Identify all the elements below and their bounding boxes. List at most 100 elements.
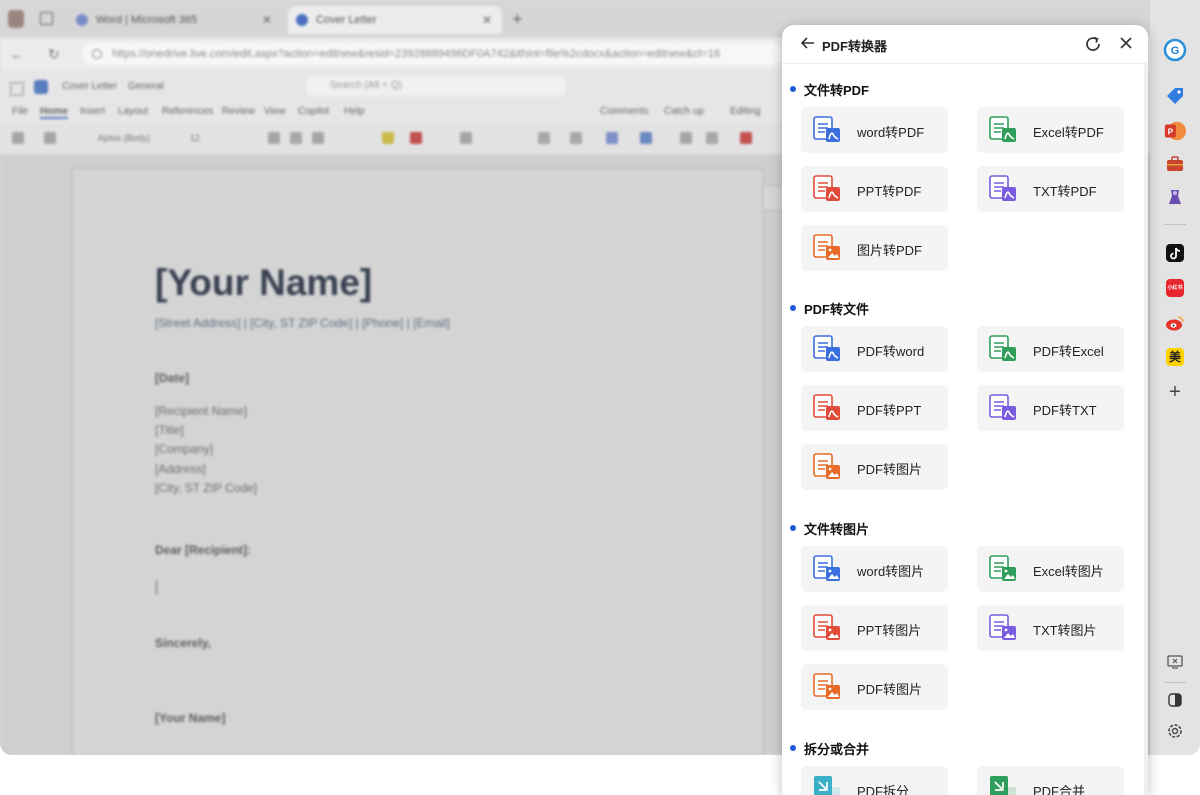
converter-card[interactable]: PDF转图片: [801, 664, 948, 710]
rail-divider: [1164, 682, 1186, 683]
editing-button[interactable]: Editing: [730, 106, 761, 117]
converter-card[interactable]: PDF转图片: [801, 444, 948, 490]
doc-contact-line[interactable]: [Street Address] | [City, ST ZIP Code] |…: [155, 316, 450, 330]
xiaohongshu-icon[interactable]: 小红书: [1163, 276, 1187, 300]
reload-icon[interactable]: ↻: [48, 46, 60, 63]
profile-avatar[interactable]: [8, 10, 24, 28]
panel-scrollbar[interactable]: [1144, 63, 1148, 795]
underline-icon[interactable]: [312, 132, 324, 144]
doc-recipient-title[interactable]: [Title]: [155, 423, 184, 437]
converter-card[interactable]: PDF拆分: [801, 766, 948, 795]
pdf-converter-icon[interactable]: P: [1163, 119, 1187, 143]
back-icon[interactable]: ←: [10, 46, 24, 62]
converter-card[interactable]: word转图片: [801, 546, 948, 592]
converter-card[interactable]: PDF合并: [977, 766, 1124, 795]
doc-signature[interactable]: [Your Name]: [155, 711, 225, 725]
weibo-icon[interactable]: [1163, 311, 1187, 335]
converter-card[interactable]: PDF转Excel: [977, 326, 1124, 372]
add-icon[interactable]: +: [1163, 380, 1187, 404]
converter-card[interactable]: PDF转word: [801, 326, 948, 372]
url-field[interactable]: https://onedrive.live.com/edit.aspx?acti…: [82, 43, 782, 65]
converter-card-label: Excel转PDF: [1033, 125, 1104, 140]
tab-cover-letter[interactable]: Cover Letter ✕: [288, 6, 502, 34]
converter-card[interactable]: Excel转PDF: [977, 107, 1124, 153]
excel-to-pdf-icon: [987, 115, 1019, 145]
converter-card[interactable]: 图片转PDF: [801, 225, 948, 271]
tiktok-icon[interactable]: [1163, 241, 1187, 265]
addins-icon[interactable]: [740, 132, 752, 144]
doc-title[interactable]: Cover Letter: [62, 81, 117, 92]
back-arrow-icon[interactable]: [800, 35, 816, 56]
toolbox-icon[interactable]: [1163, 152, 1187, 176]
doc-recipient-name[interactable]: [Recipient Name]: [155, 404, 247, 418]
tag-icon[interactable]: [1163, 84, 1187, 108]
doc-date[interactable]: [Date]: [155, 371, 189, 385]
doc-recipient-company[interactable]: [Company]: [155, 442, 213, 456]
doc-tab-icon: [296, 14, 308, 26]
menu-layout[interactable]: Layout: [118, 106, 148, 117]
app-launcher-icon[interactable]: [10, 82, 24, 96]
close-tab-icon[interactable]: ✕: [262, 6, 272, 34]
sensitivity-label[interactable]: General: [128, 81, 164, 92]
font-color-icon[interactable]: [410, 132, 422, 144]
search-box[interactable]: Search (Alt + Q): [306, 76, 566, 96]
converter-card-label: PDF合并: [1033, 784, 1086, 795]
undo-icon[interactable]: [12, 132, 24, 144]
doc-heading-name[interactable]: [Your Name]: [155, 262, 372, 304]
theme-icon[interactable]: [1163, 688, 1187, 712]
close-icon[interactable]: [1118, 35, 1134, 56]
converter-card-label: PDF转图片: [857, 462, 923, 477]
menu-view[interactable]: View: [264, 106, 286, 117]
converter-card[interactable]: PPT转PDF: [801, 166, 948, 212]
doc-salutation[interactable]: Dear [Recipient]:: [155, 543, 251, 557]
screen-icon[interactable]: [1163, 650, 1187, 674]
doc-recipient-address[interactable]: [Address]: [155, 462, 206, 476]
converter-card[interactable]: word转PDF: [801, 107, 948, 153]
italic-icon[interactable]: [290, 132, 302, 144]
find-icon[interactable]: [570, 132, 582, 144]
clipboard-icon[interactable]: [44, 132, 56, 144]
tab-word[interactable]: Word | Microsoft 365 ✕: [68, 6, 282, 34]
font-name-select[interactable]: Aptos (Body): [98, 133, 150, 143]
doc-recipient-city[interactable]: [City, ST ZIP Code]: [155, 481, 257, 495]
converter-card[interactable]: PDF转PPT: [801, 385, 948, 431]
styles-icon[interactable]: [538, 132, 550, 144]
comments-button[interactable]: Comments: [600, 106, 648, 117]
bold-icon[interactable]: [268, 132, 280, 144]
converter-card[interactable]: PDF转TXT: [977, 385, 1124, 431]
menu-copilot[interactable]: Copilot: [298, 106, 329, 117]
bullets-icon[interactable]: [460, 132, 472, 144]
menu-review[interactable]: Review: [222, 106, 255, 117]
word-to-pdf-icon: [811, 115, 843, 145]
word-tab-icon: [76, 14, 88, 26]
menu-references[interactable]: References: [162, 106, 213, 117]
catch-up-button[interactable]: Catch up: [664, 106, 704, 117]
tab-actions-icon[interactable]: [40, 12, 53, 25]
converter-card-label: word转PDF: [857, 125, 925, 140]
converter-card[interactable]: Excel转图片: [977, 546, 1124, 592]
highlight-icon[interactable]: [382, 132, 394, 144]
converter-card[interactable]: PPT转图片: [801, 605, 948, 651]
menu-home[interactable]: Home: [40, 106, 68, 119]
converter-card[interactable]: TXT转图片: [977, 605, 1124, 651]
converter-card-label: PDF转word: [857, 344, 925, 359]
menu-insert[interactable]: Insert: [80, 106, 105, 117]
copilot-icon[interactable]: G: [1163, 38, 1187, 62]
menu-help[interactable]: Help: [344, 106, 365, 117]
close-tab-icon[interactable]: ✕: [482, 6, 492, 34]
excel-to-image-icon: [987, 554, 1019, 584]
designer-icon[interactable]: [640, 132, 652, 144]
menu-file[interactable]: File: [12, 106, 28, 117]
editor-icon[interactable]: [680, 132, 692, 144]
settings-icon[interactable]: [1163, 719, 1187, 743]
dictate-icon[interactable]: [606, 132, 618, 144]
game-icon[interactable]: [1163, 185, 1187, 209]
refresh-icon[interactable]: [1084, 35, 1102, 58]
copilot-ribbon-icon[interactable]: [706, 132, 718, 144]
meituan-icon[interactable]: 美: [1163, 345, 1187, 369]
doc-closing[interactable]: Sincerely,: [155, 636, 211, 650]
font-size-select[interactable]: 12: [190, 133, 200, 143]
new-tab-button[interactable]: +: [512, 9, 523, 30]
ppt-to-image-icon: [811, 613, 843, 643]
converter-card[interactable]: TXT转PDF: [977, 166, 1124, 212]
